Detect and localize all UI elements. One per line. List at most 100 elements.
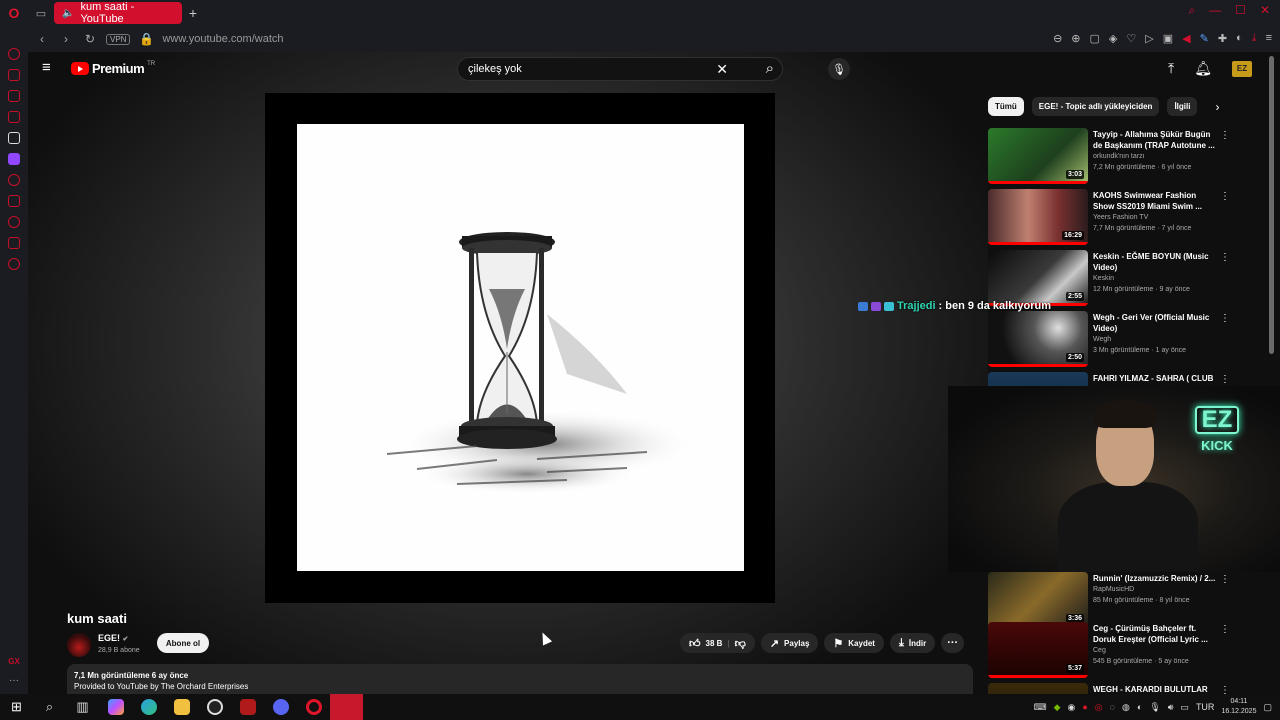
youtube-logo[interactable]: Premium TR (71, 61, 155, 76)
rec-channel[interactable]: Wegh (1093, 336, 1111, 343)
kebab-menu-icon[interactable]: ⋮ (1220, 685, 1230, 694)
channel-name[interactable]: EGE! ✔ (98, 633, 128, 643)
rec-title[interactable]: Runnin' (Izzamuzzic Remix) / 2... (1093, 573, 1217, 584)
whatsapp-icon[interactable] (8, 111, 20, 123)
microphone-tray-icon[interactable]: 🎙 (1149, 702, 1160, 713)
clock[interactable]: 04:11 16.12.2025 (1221, 697, 1256, 717)
tray-app-icon[interactable]: ◍ (1122, 702, 1130, 713)
rec-title[interactable]: Tayyip - Allahıma Şükür Bugün de Başkanı… (1093, 129, 1217, 151)
shield-icon[interactable]: ◈ (1109, 32, 1117, 45)
rec-title[interactable]: Wegh - Geri Ver (Official Music Video) (1093, 312, 1217, 334)
microphone-icon[interactable]: 🎙 (828, 58, 850, 80)
rec-title[interactable]: FAHRI YILMAZ - SAHRA ( CLUB (1093, 373, 1217, 384)
rec-channel[interactable]: orkundk'nın tarzı (1093, 153, 1145, 160)
tab-islands-icon[interactable]: ▭ (28, 0, 54, 26)
lock-icon[interactable]: 🔒 (138, 32, 154, 46)
speaker-icon[interactable]: 🔈 (62, 8, 74, 19)
history-icon[interactable] (8, 216, 20, 228)
video-thumbnail[interactable]: 3:03 (988, 128, 1088, 184)
search-icon[interactable]: ⌕ (766, 60, 774, 77)
opera-gx-icon[interactable] (297, 694, 330, 720)
edge-icon[interactable] (132, 694, 165, 720)
description-box[interactable]: 7,1 Mn görüntüleme 6 ay önce Provided to… (67, 664, 973, 694)
list-item[interactable]: 2:55 Keskin - EĞME BOYUN (Music Video) K… (988, 250, 1248, 306)
hamburger-menu-icon[interactable]: ≡ (42, 60, 56, 75)
reload-button[interactable]: ↻ (82, 32, 98, 46)
chevron-right-icon[interactable]: › (1215, 100, 1219, 114)
nvidia-icon[interactable]: ◆ (1054, 702, 1061, 713)
tray-app-icon[interactable]: ◌ (1110, 702, 1115, 712)
notifications-icon[interactable]: ▢ (1263, 702, 1272, 713)
new-tab-button[interactable]: + (182, 2, 204, 24)
video-thumbnail[interactable]: 3:36 (988, 572, 1088, 628)
speaker-tray-icon[interactable]: 🔊︎ (1168, 702, 1174, 713)
active-app-icon[interactable] (330, 694, 363, 720)
rec-title[interactable]: Ceg - Çürümüş Bahçeler ft. Doruk Ereşter… (1093, 623, 1217, 645)
back-button[interactable]: ‹ (34, 32, 50, 46)
list-item[interactable]: 5:37 Ceg - Çürümüş Bahçeler ft. Doruk Er… (988, 622, 1248, 678)
like-button[interactable]: 👍︎ 38 B | 👎︎ (680, 633, 755, 653)
video-thumbnail[interactable]: 2:50 (988, 311, 1088, 367)
video-player[interactable] (265, 93, 775, 603)
heart-icon[interactable]: ♡ (1126, 32, 1136, 45)
rec-title[interactable]: Keskin - EĞME BOYUN (Music Video) (1093, 251, 1217, 273)
tray-app-icon[interactable]: ◉ (1068, 702, 1076, 713)
chip-related[interactable]: İlgili (1167, 97, 1198, 116)
bag-icon[interactable] (8, 69, 20, 81)
download-button[interactable]: ⤓ İndir (889, 633, 936, 653)
rec-title[interactable]: WEGH - KARARDI BULUTLAR (1093, 684, 1217, 694)
video-thumbnail[interactable]: 2:55 (988, 250, 1088, 306)
language-indicator[interactable]: TUR (1196, 702, 1215, 712)
puzzle-icon[interactable]: ✚ (1218, 32, 1227, 45)
volume-icon[interactable]: ◀ (1182, 32, 1190, 45)
kebab-menu-icon[interactable]: ⋮ (1220, 624, 1230, 635)
chip-uploader[interactable]: EGE! - Topic adlı yükleyiciden (1031, 97, 1160, 116)
zoom-icon[interactable]: ⊖ (1053, 32, 1062, 45)
task-view-icon[interactable]: ▥ (66, 694, 99, 720)
file-explorer-icon[interactable] (165, 694, 198, 720)
twitch-icon[interactable] (8, 153, 20, 165)
obs-icon[interactable] (198, 694, 231, 720)
kebab-menu-icon[interactable]: ⋮ (1220, 252, 1230, 263)
more-icon[interactable]: ··· (9, 675, 19, 686)
kebab-menu-icon[interactable]: ⋮ (1220, 313, 1230, 324)
keyboard-icon[interactable]: ⌨ (1034, 702, 1047, 713)
tray-app-icon[interactable]: ● (1082, 702, 1087, 712)
close-window-button[interactable]: ✕ (1260, 3, 1270, 18)
settings-icon[interactable] (8, 258, 20, 270)
search-taskbar-icon[interactable]: ⌕ (33, 694, 66, 720)
pin-icon[interactable]: ⊕ (1071, 32, 1080, 45)
more-actions-button[interactable]: ··· (941, 633, 965, 653)
browser-tab-active[interactable]: 🔈 kum saati - YouTube (54, 1, 182, 25)
chip-all[interactable]: Tümü (988, 97, 1024, 116)
rec-channel[interactable]: Keskin (1093, 275, 1114, 282)
opera-logo-icon[interactable]: O (0, 0, 28, 26)
vector-icon[interactable] (8, 132, 20, 144)
share-button[interactable]: ↗ Paylaş (760, 633, 819, 653)
save-button[interactable]: ⚑ Kaydet (824, 633, 884, 653)
upload-icon[interactable]: ⤒ (1168, 60, 1174, 77)
messenger-icon[interactable] (8, 90, 20, 102)
video-thumbnail[interactable]: 5:37 (988, 622, 1088, 678)
gx-icon[interactable]: GX (8, 657, 20, 666)
send-icon[interactable] (8, 237, 20, 249)
rec-channel[interactable]: Ceg (1093, 647, 1106, 654)
kebab-menu-icon[interactable]: ⋮ (1220, 374, 1230, 385)
url-field[interactable]: www.youtube.com/watch (162, 33, 283, 45)
notifications-bell-icon[interactable]: 🔔︎ (1194, 60, 1212, 77)
discord-icon[interactable] (264, 694, 297, 720)
aria-icon[interactable] (8, 48, 20, 60)
minimize-button[interactable]: — (1209, 3, 1221, 18)
rec-channel[interactable]: RapMusicHD (1093, 586, 1134, 593)
tray-app-icon[interactable]: ◎ (1095, 702, 1103, 713)
copilot-icon[interactable] (99, 694, 132, 720)
bookmark-icon[interactable] (8, 195, 20, 207)
kebab-menu-icon[interactable]: ⋮ (1220, 191, 1230, 202)
video-thumbnail[interactable]: 16:29 (988, 189, 1088, 245)
page-scrollbar[interactable] (1269, 56, 1274, 354)
extension-icon[interactable]: ✎ (1200, 32, 1209, 45)
play-icon[interactable]: ▷ (1145, 32, 1153, 45)
list-item[interactable]: 3:36 Runnin' (Izzamuzzic Remix) / 2... R… (988, 572, 1248, 628)
list-item[interactable]: 3:03 Tayyip - Allahıma Şükür Bugün de Ba… (988, 128, 1248, 184)
list-item[interactable]: 16:29 KAOHS Swimwear Fashion Show SS2019… (988, 189, 1248, 245)
